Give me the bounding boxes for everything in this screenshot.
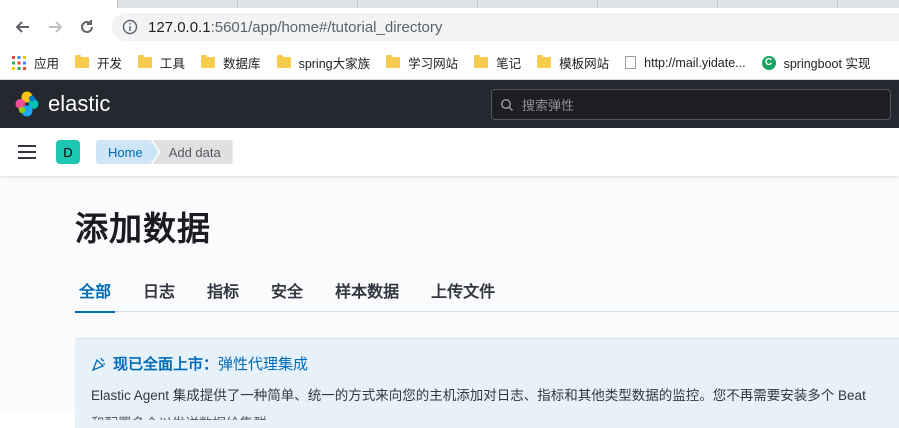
arrow-left-icon — [15, 21, 29, 33]
tab-logs[interactable]: 日志 — [139, 266, 179, 312]
callout-link[interactable]: 弹性代理集成 — [218, 353, 308, 374]
bookmark-link[interactable]: Cspringboot 实现 — [761, 53, 871, 72]
breadcrumb: Home Add data — [96, 140, 233, 164]
search-placeholder: 搜索弹性 — [522, 98, 575, 113]
bookmark-label: 应用 — [34, 57, 60, 71]
bookmark-label: 模板网站 — [559, 57, 610, 71]
arrow-right-icon — [49, 21, 63, 33]
bookmark-folder[interactable]: 笔记 — [474, 53, 521, 72]
bookmark-folder[interactable]: spring大家族 — [276, 53, 371, 72]
bookmark-label: http://mail.yidate... — [644, 55, 746, 70]
bookmark-folder[interactable]: 模板网站 — [537, 53, 609, 72]
bookmark-apps[interactable]: 应用 — [12, 53, 59, 72]
url-host: 127.0.0.1 — [148, 18, 211, 36]
bookmark-folder[interactable]: 工具 — [138, 53, 185, 72]
browser-tab[interactable] — [840, 0, 899, 8]
bookmarks-bar: 应用 开发 工具 数据库 spring大家族 学习网站 笔记 模板网站 http… — [0, 46, 899, 80]
tab-sample-data[interactable]: 样本数据 — [331, 266, 403, 312]
bookmark-label: 数据库 — [223, 57, 261, 71]
callout-body-2: 和配置多个以发送数据给集群 — [91, 412, 883, 420]
folder-icon — [138, 55, 153, 68]
apps-grid-icon — [12, 55, 26, 70]
page-body: 添加数据 全部 日志 指标 安全 样本数据 上传文件 现已全面上市： 弹性代理集… — [0, 176, 899, 428]
category-tabs: 全部 日志 指标 安全 样本数据 上传文件 — [75, 266, 899, 313]
bookmark-label: 学习网站 — [408, 57, 459, 71]
elastic-logo[interactable]: elastic — [14, 91, 110, 117]
bookmark-label: springboot 实现 — [783, 57, 871, 71]
callout-bold: 现已全面上市： — [113, 355, 219, 373]
page-icon — [625, 56, 637, 69]
ga-callout: 现已全面上市： 弹性代理集成 Elastic Agent 集成提供了一种简单、统… — [75, 338, 899, 428]
folder-icon — [201, 55, 216, 68]
tab-security[interactable]: 安全 — [267, 266, 307, 312]
bookmark-folder[interactable]: 学习网站 — [386, 53, 458, 72]
folder-icon — [276, 55, 291, 68]
address-bar[interactable]: 127.0.0.1:5601/app/home#/tutorial_direct… — [112, 13, 899, 41]
forward-button[interactable] — [42, 14, 68, 40]
browser-tab[interactable] — [480, 0, 598, 8]
browser-tab[interactable] — [360, 0, 478, 8]
page-title: 添加数据 — [75, 209, 211, 248]
tab-metrics[interactable]: 指标 — [203, 266, 243, 312]
bookmark-link[interactable]: http://mail.yidate... — [625, 55, 746, 70]
browser-tab[interactable] — [120, 0, 238, 8]
space-avatar[interactable]: D — [56, 140, 80, 164]
tab-upload-file[interactable]: 上传文件 — [427, 266, 499, 312]
browser-tab[interactable] — [240, 0, 358, 8]
info-icon[interactable] — [122, 19, 138, 35]
address-row: 127.0.0.1:5601/app/home#/tutorial_direct… — [0, 8, 899, 46]
green-c-icon: C — [761, 55, 776, 70]
folder-icon — [537, 55, 552, 68]
browser-tab[interactable] — [0, 0, 118, 8]
folder-icon — [474, 55, 489, 68]
callout-title: 现已全面上市： 弹性代理集成 — [91, 353, 883, 374]
reload-button[interactable] — [74, 14, 100, 40]
browser-tab[interactable] — [600, 0, 718, 8]
browser-tab[interactable] — [720, 0, 838, 8]
menu-toggle-icon[interactable] — [18, 145, 36, 159]
reload-icon — [81, 20, 93, 33]
breadcrumb-bar: D Home Add data — [0, 128, 899, 176]
breadcrumb-home[interactable]: Home — [96, 140, 159, 164]
global-search-input[interactable]: 搜索弹性 — [491, 89, 891, 120]
bookmark-label: spring大家族 — [298, 57, 371, 71]
folder-icon — [75, 55, 90, 68]
callout-body: Elastic Agent 集成提供了一种简单、统一的方式来向您的主机添加对日志… — [91, 388, 866, 403]
cheer-icon — [91, 357, 105, 371]
browser-tab-strip — [0, 0, 899, 8]
url-path: :5601/app/home#/tutorial_directory — [210, 18, 443, 36]
search-icon — [500, 98, 513, 111]
breadcrumb-add-data: Add data — [152, 140, 233, 164]
bookmark-label: 开发 — [97, 57, 123, 71]
bookmark-folder[interactable]: 开发 — [75, 53, 122, 72]
bookmark-label: 笔记 — [496, 57, 522, 71]
bookmark-folder[interactable]: 数据库 — [201, 53, 261, 72]
tab-all[interactable]: 全部 — [75, 266, 116, 313]
logo-text: elastic — [48, 91, 111, 116]
folder-icon — [386, 55, 401, 68]
bookmark-label: 工具 — [160, 57, 186, 71]
back-button[interactable] — [10, 14, 36, 40]
elastic-logo-icon — [15, 91, 39, 117]
